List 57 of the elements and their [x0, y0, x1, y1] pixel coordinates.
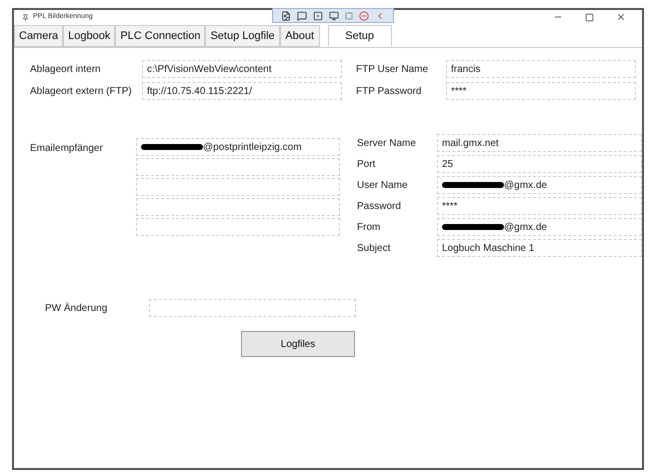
- text-field[interactable]: Logbuch Maschine 1: [437, 239, 642, 257]
- monitor-icon[interactable]: [329, 10, 339, 20]
- tab[interactable]: Camera: [14, 25, 64, 47]
- field-value: ftp://10.75.40.115:2221/: [147, 84, 252, 98]
- redaction-mark: [442, 182, 504, 188]
- field-value: ****: [451, 84, 467, 98]
- text-field[interactable]: c:\PfVisionWebView\content: [142, 60, 342, 78]
- stop-icon[interactable]: [359, 10, 369, 20]
- text-field[interactable]: ****: [437, 197, 642, 215]
- field-label: Server Name: [357, 136, 417, 150]
- field-value: Logbuch Maschine 1: [442, 242, 534, 256]
- maximize-icon[interactable]: [585, 12, 594, 22]
- text-field[interactable]: ftp://10.75.40.115:2221/: [142, 82, 342, 100]
- text-field[interactable]: @gmx.de: [437, 176, 642, 194]
- tab[interactable]: Logbook: [63, 25, 116, 47]
- field-value: francis: [451, 62, 480, 76]
- redaction-mark: [141, 144, 203, 150]
- field-label: Emailempfänger: [30, 142, 104, 156]
- field-value: @postprintleipzig.com: [203, 140, 302, 154]
- tab[interactable]: PLC Connection: [115, 25, 206, 47]
- text-field[interactable]: [136, 158, 340, 176]
- text-field[interactable]: @gmx.de: [437, 218, 642, 236]
- chat-icon[interactable]: [297, 10, 307, 20]
- field-label: FTP Password: [356, 84, 422, 98]
- field-value: c:\PfVisionWebView\content: [147, 62, 272, 76]
- text-field[interactable]: [136, 198, 340, 216]
- logfiles-button[interactable]: Logfiles: [241, 331, 355, 357]
- field-label: Ablageort extern (FTP): [30, 84, 133, 98]
- square-icon[interactable]: [313, 10, 323, 20]
- file-icon[interactable]: [281, 10, 291, 20]
- text-field[interactable]: [136, 218, 340, 236]
- text-field[interactable]: [149, 299, 356, 317]
- text-field[interactable]: ****: [446, 82, 636, 100]
- field-value: 25: [442, 158, 454, 172]
- field-label: Subject: [357, 242, 392, 256]
- field-value: ****: [442, 200, 458, 214]
- field-label: From: [357, 220, 382, 234]
- field-value: mail.gmx.net: [442, 136, 499, 150]
- tab[interactable]: About: [280, 25, 320, 47]
- text-field[interactable]: [136, 178, 340, 196]
- redaction-mark: [442, 224, 504, 230]
- field-value: @gmx.de: [504, 220, 547, 234]
- field-label: User Name: [357, 178, 409, 192]
- tab[interactable]: Setup Logfile: [205, 25, 280, 47]
- text-field[interactable]: mail.gmx.net: [437, 134, 642, 152]
- tab[interactable]: Setup: [328, 25, 392, 47]
- pin-icon: [22, 14, 29, 20]
- close-icon[interactable]: [616, 12, 626, 22]
- field-value: @gmx.de: [504, 178, 547, 192]
- field-label: FTP User Name: [356, 62, 430, 76]
- field-label: Port: [357, 158, 376, 172]
- text-field[interactable]: @postprintleipzig.com: [136, 138, 340, 156]
- field-label: Password: [357, 200, 402, 214]
- text-field[interactable]: 25: [437, 155, 642, 173]
- text-field[interactable]: francis: [446, 60, 636, 78]
- field-label: Ablageort intern: [30, 62, 102, 76]
- field-label: PW Änderung: [45, 302, 108, 316]
